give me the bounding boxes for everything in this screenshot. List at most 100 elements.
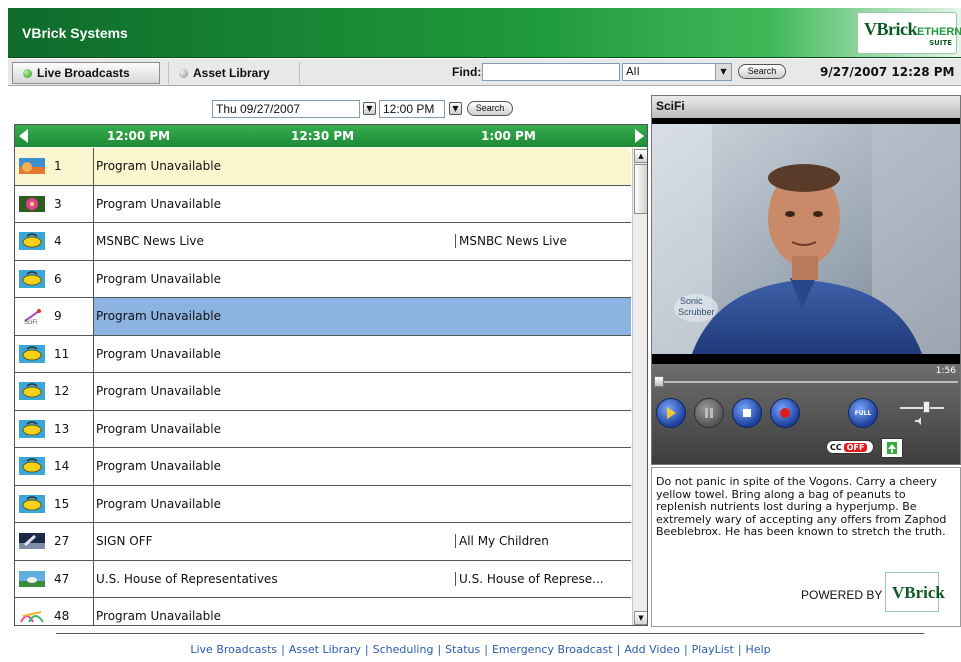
abstract-thumb-icon <box>18 606 46 625</box>
footer-link[interactable]: Asset Library <box>289 643 361 656</box>
footer-link[interactable]: Emergency Broadcast <box>492 643 613 656</box>
footer-link[interactable]: Status <box>445 643 480 656</box>
channel-cell[interactable]: 15 <box>15 485 94 522</box>
channel-cell[interactable]: 3 <box>15 185 94 222</box>
volume-handle[interactable] <box>923 401 930 413</box>
program-title[interactable]: U.S. House of Representatives <box>94 571 456 586</box>
channel-row[interactable]: 47 U.S. House of Representatives U.S. Hous… <box>15 560 631 598</box>
channel-row[interactable]: SciFi 9 Program Unavailable <box>15 298 631 336</box>
program-title[interactable]: SIGN OFF <box>94 534 456 549</box>
player-channel-title: SciFi <box>652 96 960 118</box>
tab-live-broadcasts[interactable]: Live Broadcasts <box>12 62 160 84</box>
tab-asset-library[interactable]: Asset Library <box>168 62 300 84</box>
find-search-button[interactable]: Search <box>738 64 786 79</box>
channel-cell[interactable]: 6 <box>15 260 94 297</box>
channel-row[interactable]: 12 Program Unavailable <box>15 373 631 411</box>
footer-link[interactable]: Help <box>746 643 771 656</box>
channel-row[interactable]: 4 MSNBC News Live MSNBC News Live <box>15 223 631 261</box>
program-guide: 12:00 PM 12:30 PM 1:00 PM 1 Program Unava… <box>14 124 648 626</box>
program-cell: Program Unavailable <box>94 336 631 373</box>
scroll-up-icon[interactable]: ▲ <box>634 149 647 163</box>
footer-link[interactable]: Live Broadcasts <box>190 643 277 656</box>
channel-cell[interactable]: 48 <box>15 598 94 625</box>
fullscreen-button[interactable]: FULL <box>848 398 878 428</box>
channel-cell[interactable]: 47 <box>15 560 94 597</box>
channel-number: 3 <box>54 196 62 211</box>
channel-cell[interactable]: SciFi 9 <box>15 298 94 335</box>
time-slot-label: 12:30 PM <box>291 129 355 143</box>
volume-slider[interactable] <box>900 407 944 409</box>
pause-button[interactable] <box>694 398 724 428</box>
program-cell: Program Unavailable <box>94 448 631 485</box>
channel-row[interactable]: 14 Program Unavailable <box>15 448 631 486</box>
channel-cell[interactable]: 13 <box>15 410 94 447</box>
channel-row[interactable]: 48 Program Unavailable <box>15 598 631 625</box>
program-title[interactable]: All My Children <box>456 534 631 548</box>
stop-button[interactable] <box>732 398 762 428</box>
program-title[interactable]: Program Unavailable <box>96 459 221 473</box>
flower-thumb-icon <box>18 194 46 214</box>
channel-number: 9 <box>54 309 62 324</box>
channel-cell[interactable]: 11 <box>15 335 94 372</box>
powered-by-label: POWERED BY <box>801 588 883 602</box>
find-scope-select[interactable]: All ▼ <box>622 63 732 81</box>
footer-separator: | <box>484 643 488 656</box>
program-title[interactable]: Program Unavailable <box>96 497 221 511</box>
guide-time-field[interactable]: 12:00 PM <box>379 100 445 118</box>
program-title[interactable]: Program Unavailable <box>96 384 221 398</box>
broadcast-icon <box>18 344 46 364</box>
channel-row[interactable]: 27 SIGN OFF All My Children <box>15 523 631 561</box>
scroll-down-icon[interactable]: ▼ <box>634 611 647 625</box>
program-title[interactable]: Program Unavailable <box>96 422 221 436</box>
program-title[interactable]: Program Unavailable <box>96 197 221 211</box>
next-time-arrow-icon[interactable] <box>635 129 644 143</box>
channel-row[interactable]: 6 Program Unavailable <box>15 260 631 298</box>
channel-row[interactable]: 11 Program Unavailable <box>15 335 631 373</box>
channel-cell[interactable]: 12 <box>15 373 94 410</box>
video-frame[interactable]: Sonic Scrubber <box>652 118 960 364</box>
seek-bar[interactable] <box>660 381 958 383</box>
program-cell: SIGN OFF All My Children <box>94 523 631 560</box>
channel-cell[interactable]: 4 <box>15 223 94 260</box>
program-title[interactable]: U.S. House of Represe... <box>456 572 631 586</box>
scroll-thumb[interactable] <box>634 164 647 214</box>
time-slot-header: 12:00 PM 12:30 PM 1:00 PM <box>15 125 647 147</box>
program-title[interactable]: Program Unavailable <box>96 609 221 623</box>
channel-cell[interactable]: 27 <box>15 523 94 560</box>
program-title[interactable]: MSNBC News Live <box>456 234 631 248</box>
footer-separator: | <box>281 643 285 656</box>
channel-row[interactable]: 15 Program Unavailable <box>15 485 631 523</box>
guide-search-button[interactable]: Search <box>467 101 513 116</box>
svg-text:SciFi: SciFi <box>24 320 37 325</box>
footer-divider <box>56 633 924 634</box>
program-cell: Program Unavailable <box>94 411 631 448</box>
channel-row[interactable]: 3 Program Unavailable <box>15 185 631 223</box>
previous-time-arrow-icon[interactable] <box>19 129 28 143</box>
closed-caption-toggle[interactable]: CC OFF <box>826 440 874 454</box>
time-dropdown-button[interactable]: ▼ <box>449 102 462 115</box>
program-title[interactable]: Program Unavailable <box>96 272 221 286</box>
play-button[interactable] <box>656 398 686 428</box>
footer-link[interactable]: Add Video <box>624 643 680 656</box>
program-title[interactable]: Program Unavailable <box>96 309 221 323</box>
seek-handle[interactable] <box>654 376 664 387</box>
footer-link[interactable]: Scheduling <box>373 643 434 656</box>
video-player: SciFi Sonic Scrubber 1:56 FULL CC OFF <box>651 95 961 465</box>
program-title[interactable]: MSNBC News Live <box>94 234 456 249</box>
program-title[interactable]: Program Unavailable <box>96 347 221 361</box>
channel-row[interactable]: 13 Program Unavailable <box>15 410 631 448</box>
find-input[interactable] <box>482 63 620 81</box>
popout-button[interactable] <box>881 438 903 458</box>
footer-link[interactable]: PlayList <box>692 643 734 656</box>
channel-cell[interactable]: 1 <box>15 148 94 185</box>
guide-scrollbar[interactable]: ▲ ▼ <box>632 148 647 625</box>
channel-cell[interactable]: 14 <box>15 448 94 485</box>
active-dot-icon <box>23 68 32 78</box>
program-title[interactable]: Program Unavailable <box>96 159 221 173</box>
channel-row[interactable]: 1 Program Unavailable <box>15 148 631 186</box>
channel-number: 4 <box>54 234 62 249</box>
channel-number: 11 <box>54 346 70 361</box>
date-dropdown-button[interactable]: ▼ <box>363 102 376 115</box>
guide-date-field[interactable]: Thu 09/27/2007 <box>212 100 360 118</box>
record-button[interactable] <box>770 398 800 428</box>
